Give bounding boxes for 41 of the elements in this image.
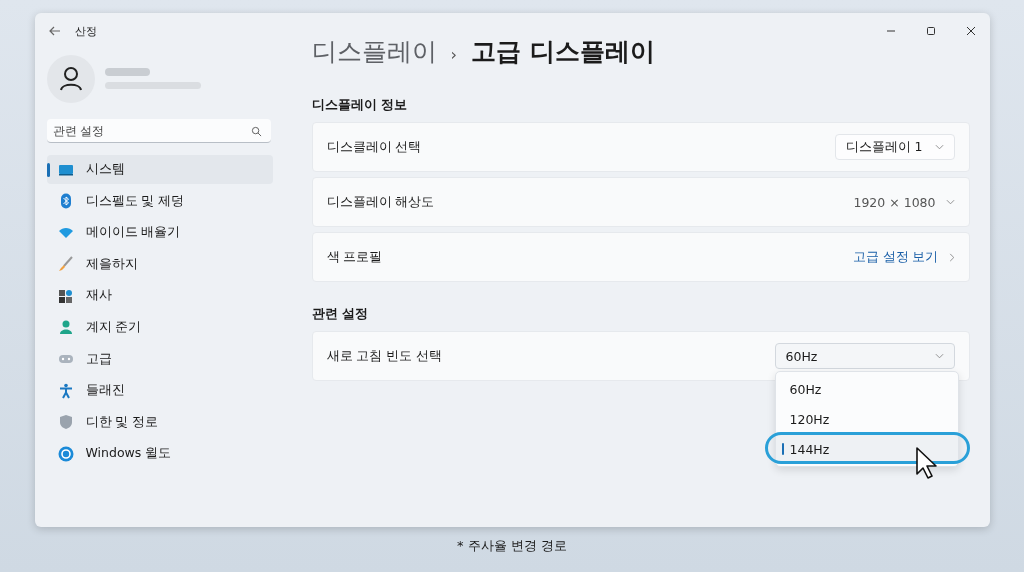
breadcrumb-parent[interactable]: 디스플레이 (311, 35, 437, 68)
sidebar-item[interactable]: 디한 및 정로 (46, 407, 273, 437)
brush-icon (57, 256, 74, 273)
chevron-down-icon (934, 144, 944, 150)
breadcrumb-separator: › (450, 45, 457, 64)
window-title: 산정 (74, 23, 97, 39)
sidebar-item[interactable]: 디스펠도 및 제덩 (46, 186, 273, 216)
setting-label: 색 프로필 (326, 248, 383, 266)
close-icon[interactable] (965, 26, 976, 36)
dropdown[interactable]: 60Hz (774, 343, 955, 369)
person-icon (57, 319, 74, 336)
chevron-down-icon (934, 353, 944, 359)
shield-icon (57, 414, 74, 431)
sidebar-item[interactable]: Windows 윌도 (46, 439, 273, 469)
accessibility-icon (57, 382, 74, 399)
sidebar-item[interactable]: 메이이드 배율기 (46, 218, 273, 248)
section-heading: 디스플레이 정보 (311, 97, 408, 114)
avatar-icon (46, 55, 95, 103)
sidebar-item[interactable]: 들래진 (46, 376, 273, 406)
back-icon[interactable] (48, 25, 61, 37)
caption: * 주사율 변경 경로 (457, 537, 567, 555)
settings-link[interactable]: 고급 설정 보기 (852, 248, 939, 266)
setting-value: 1920 × 1080 (853, 194, 936, 210)
search-field[interactable]: 관련 설정 (46, 119, 271, 143)
setting-label: 디스플레이 해상도 (326, 193, 435, 211)
search-icon (250, 126, 262, 137)
sidebar-item[interactable]: 고급 (46, 344, 273, 374)
setting-label: 새로 고침 빈도 선택 (326, 347, 443, 365)
sidebar-item[interactable]: 제을하지 (46, 249, 273, 279)
dropdown[interactable]: 디스플레이 1 (834, 134, 955, 160)
sidebar-item[interactable]: 시스템 (46, 155, 273, 184)
maximize-icon[interactable] (925, 26, 936, 36)
sidebar-item[interactable]: 재사 (46, 281, 273, 311)
sidebar-item[interactable]: 계지 준기 (46, 312, 273, 342)
section-heading: 관련 설정 (311, 306, 369, 323)
page-title: 고급 디스플레이 (470, 36, 655, 68)
dropdown-option[interactable]: 60Hz (775, 374, 958, 404)
apps-icon (57, 287, 74, 304)
update-icon (57, 445, 74, 462)
setting-label: 디스클레이 선택 (326, 138, 422, 156)
dropdown-option[interactable]: 120Hz (775, 404, 958, 434)
